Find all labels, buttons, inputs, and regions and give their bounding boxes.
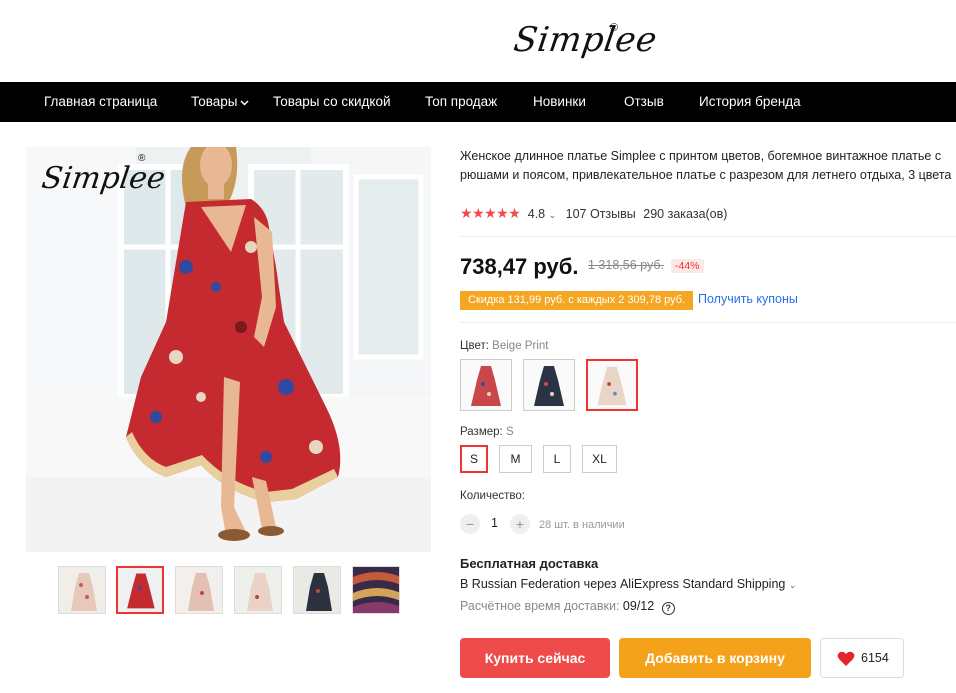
- thumbnail-6[interactable]: [352, 566, 400, 614]
- chevron-down-icon: ⌄: [788, 580, 797, 590]
- rating-row: ★★★★★ 4.8 ⌄ 107 Отзывы 290 заказа(ов): [460, 205, 727, 223]
- registered-mark: ®: [610, 22, 619, 34]
- quantity-decrease-button[interactable]: −: [460, 514, 480, 534]
- thumbnail-strip: [58, 566, 403, 614]
- nav-item-brand-history[interactable]: История бренда: [699, 82, 801, 122]
- divider: [460, 236, 956, 237]
- wishlist-button[interactable]: 6154: [820, 638, 904, 678]
- rating-stars-icon: ★★★★★: [460, 205, 521, 221]
- discount-badge: -44%: [671, 259, 704, 273]
- color-label: Цвет: Beige Print: [460, 340, 548, 352]
- orders-count: 290 заказа(ов): [643, 207, 728, 221]
- site-header: Simplee ®: [0, 0, 956, 82]
- size-label: Размер: S: [460, 426, 514, 438]
- nav-item-label: История бренда: [699, 94, 801, 109]
- size-option-m[interactable]: M: [499, 445, 532, 473]
- thumbnail-3[interactable]: [175, 566, 223, 614]
- nav-item-label: Топ продаж: [425, 94, 498, 109]
- size-value: S: [505, 426, 514, 438]
- size-option-l[interactable]: L: [543, 445, 571, 473]
- current-price: 738,47 руб.: [460, 254, 579, 279]
- size-option-s[interactable]: S: [460, 445, 488, 473]
- wishlist-count: 6154: [861, 651, 889, 665]
- registered-mark: ®: [138, 153, 146, 164]
- brand-logo[interactable]: Simplee: [511, 20, 659, 60]
- heart-icon: [837, 651, 855, 666]
- shipping-method[interactable]: В Russian Federation через AliExpress St…: [460, 577, 796, 591]
- nav-item-top-sales[interactable]: Топ продаж: [425, 82, 497, 122]
- dress-photo: [26, 147, 431, 552]
- divider: [460, 322, 956, 323]
- reviews-count[interactable]: 107 Отзывы: [566, 207, 636, 221]
- nav-item-home[interactable]: Главная страница: [44, 82, 157, 122]
- thumbnail-1[interactable]: [58, 566, 106, 614]
- nav-item-sale[interactable]: Товары со скидкой: [273, 82, 391, 122]
- nav-item-label: Отзыв: [624, 94, 664, 109]
- nav-item-new[interactable]: Новинки: [533, 82, 586, 122]
- nav-item-label: Новинки: [533, 94, 586, 109]
- image-watermark-logo: Simplee: [39, 161, 168, 196]
- delivery-date: 09/12: [622, 599, 655, 613]
- product-title: Женское длинное платье Simplee с принтом…: [460, 149, 952, 182]
- color-label-text: Цвет:: [460, 340, 489, 352]
- quantity-increase-button[interactable]: +: [510, 514, 530, 534]
- delivery-estimate: Расчётное время доставки: 09/12 ?: [460, 599, 675, 615]
- size-option-xl[interactable]: XL: [582, 445, 617, 473]
- thumbnail-2[interactable]: [116, 566, 164, 614]
- quantity-label: Количество:: [460, 490, 525, 502]
- main-product-image[interactable]: Simplee ®: [26, 147, 431, 552]
- coupon-badge: Скидка 131,99 руб. с каждых 2 309,78 руб…: [460, 291, 694, 310]
- rating-value[interactable]: 4.8: [528, 207, 545, 221]
- get-coupons-link[interactable]: Получить купоны: [698, 292, 798, 306]
- stock-info: 28 шт. в наличии: [539, 519, 625, 531]
- nav-item-label: Товары со скидкой: [273, 94, 391, 109]
- nav-item-label: Главная страница: [44, 94, 158, 109]
- chevron-down-icon[interactable]: ⌄: [549, 210, 557, 220]
- delivery-estimate-label: Расчётное время доставки:: [460, 599, 620, 613]
- chevron-down-icon: [240, 84, 249, 124]
- color-swatch-red[interactable]: [460, 359, 512, 411]
- old-price: 1 318,56 руб.: [588, 258, 664, 272]
- help-icon[interactable]: ?: [661, 602, 675, 615]
- color-swatch-navy[interactable]: [523, 359, 575, 411]
- nav-item-feedback[interactable]: Отзыв: [624, 82, 664, 122]
- add-to-cart-button[interactable]: Добавить в корзину: [619, 638, 811, 678]
- thumbnail-5[interactable]: [293, 566, 341, 614]
- thumbnail-4[interactable]: [234, 566, 282, 614]
- nav-item-products[interactable]: Товары: [191, 82, 249, 122]
- color-value: Beige Print: [492, 340, 549, 352]
- nav-item-label: Товары: [191, 94, 238, 109]
- shipping-method-text: В Russian Federation через AliExpress St…: [460, 577, 786, 591]
- shipping-title: Бесплатная доставка: [460, 556, 599, 571]
- color-swatch-beige[interactable]: [586, 359, 638, 411]
- quantity-input[interactable]: 1: [491, 516, 498, 530]
- size-label-text: Размер:: [460, 426, 503, 438]
- main-nav: Главная страница Товары Товары со скидко…: [0, 82, 956, 122]
- buy-now-button[interactable]: Купить сейчас: [460, 638, 610, 678]
